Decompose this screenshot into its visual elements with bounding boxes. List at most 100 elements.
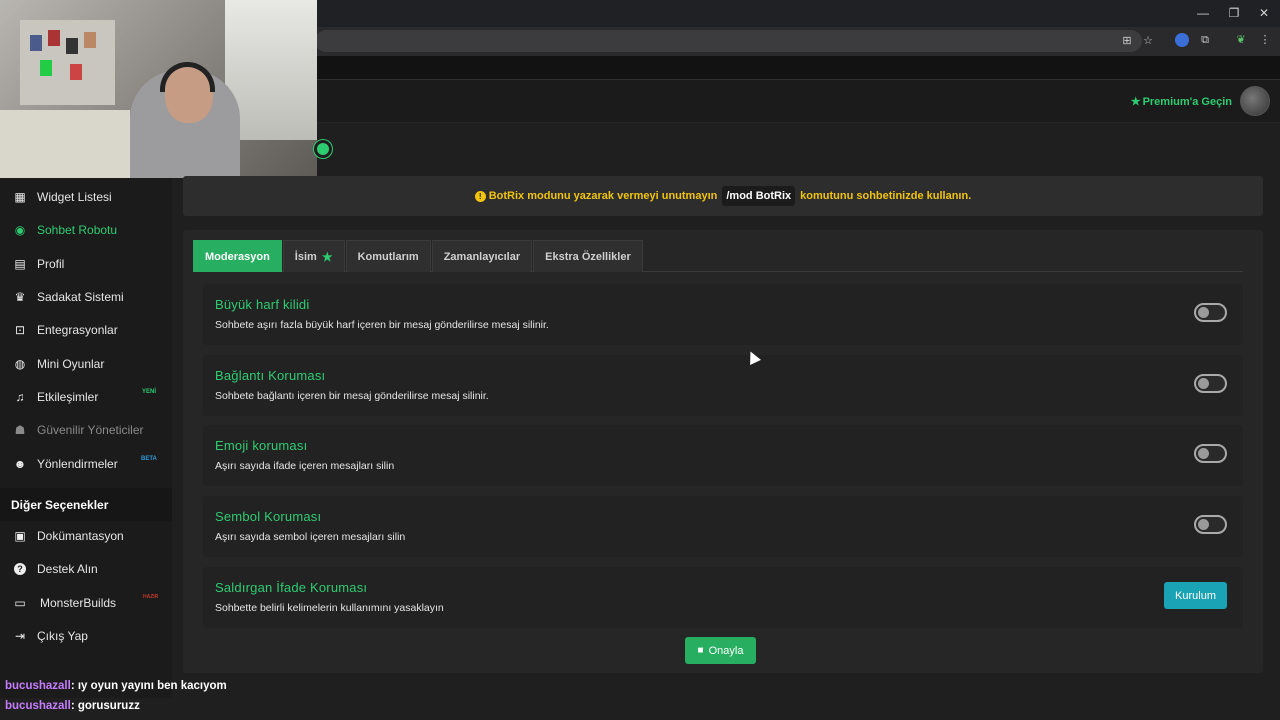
- premium-label: Premium'a Geçin: [1142, 96, 1232, 108]
- sidebar-section-title: Diğer Seçenekler: [0, 488, 172, 521]
- sidebar-item-label: Destek Alın: [37, 561, 98, 576]
- tab-extra-features[interactable]: Ekstra Özellikler: [533, 240, 643, 272]
- sidebar-item-widget-list[interactable]: ▦ Widget Listesi: [0, 180, 172, 213]
- caps-lock-toggle[interactable]: [1194, 303, 1227, 322]
- option-title: Büyük harf kilidi: [215, 297, 310, 312]
- sidebar-item-mini-games[interactable]: ◍ Mini Oyunlar: [0, 347, 172, 380]
- option-title: Emoji koruması: [215, 438, 308, 453]
- tab-commands[interactable]: Komutlarım: [345, 240, 431, 272]
- address-bar[interactable]: ⊞ ☆: [315, 30, 1153, 52]
- sidebar-item-docs[interactable]: ▣ Dokümantasyon: [0, 519, 172, 552]
- sidebar-item-label: Entegrasyonlar: [37, 322, 118, 337]
- id-card-icon: ▤: [14, 256, 26, 271]
- sidebar-item-profile[interactable]: ▤ Profil: [0, 247, 172, 280]
- webcam-poster: [66, 38, 78, 54]
- emoji-protection-toggle[interactable]: [1194, 444, 1227, 463]
- main-content: ! BotRix modunu yazarak vermeyi unutmayı…: [183, 123, 1280, 698]
- save-button[interactable]: ■ Onayla: [685, 637, 756, 664]
- save-label: Onayla: [708, 644, 744, 657]
- puzzle-icon[interactable]: ⧉: [1198, 33, 1212, 47]
- trophy-icon: ♛: [14, 289, 26, 304]
- users-icon: ☗: [14, 422, 26, 437]
- plug-icon: ⊡: [14, 322, 26, 337]
- menu-icon[interactable]: ⋮: [1258, 33, 1272, 47]
- sidebar-item-loyalty[interactable]: ♛ Sadakat Sistemi: [0, 280, 172, 313]
- tab-label: İsim: [294, 250, 317, 263]
- ready-badge: HAZIR: [143, 594, 159, 600]
- chat-message: bucushazall: ıy oyun yayını ben kacıyom: [0, 676, 300, 696]
- option-title: Sembol Koruması: [215, 509, 322, 524]
- translate-icon[interactable]: ⊞: [1120, 34, 1134, 48]
- option-description: Sohbette belirli kelimelerin kullanımını…: [215, 602, 444, 614]
- tab-timers[interactable]: Zamanlayıcılar: [431, 240, 533, 272]
- tab-label: Ekstra Özellikler: [545, 250, 631, 263]
- star-icon: ★: [321, 249, 333, 264]
- logout-icon: ⇥: [14, 628, 26, 643]
- option-title: Saldırgan İfade Koruması: [215, 580, 368, 595]
- chat-text: : ıy oyun yayını ben kacıyom: [70, 680, 227, 692]
- sidebar-item-chatbot[interactable]: ◉ Sohbet Robotu: [0, 213, 172, 246]
- restore-icon[interactable]: ❐: [1224, 6, 1244, 20]
- premium-link[interactable]: ★ Premium'a Geçin: [1131, 95, 1232, 108]
- robot-icon: ◉: [14, 222, 26, 237]
- gamepad-icon: ◍: [14, 356, 26, 371]
- beta-badge: BETA: [141, 456, 157, 462]
- grid-icon: ▦: [14, 189, 26, 204]
- avatar[interactable]: [1240, 86, 1270, 116]
- webcam-wall: [20, 20, 115, 105]
- option-description: Sohbete aşırı fazla büyük harf içeren bi…: [215, 319, 549, 331]
- tab-label: Moderasyon: [205, 250, 270, 263]
- sidebar-item-label: Dokümantasyon: [37, 528, 124, 543]
- sidebar-item-label: Sohbet Robotu: [37, 222, 118, 237]
- sidebar-item-label: Profil: [37, 256, 65, 271]
- new-badge: YENİ: [142, 389, 157, 395]
- sidebar: ▦ Widget Listesi ◉ Sohbet Robotu ▤ Profil ♛…: [0, 178, 172, 698]
- close-icon[interactable]: ✕: [1254, 6, 1274, 20]
- question-icon: ?: [14, 562, 26, 575]
- sidebar-item-support[interactable]: ? Destek Alın: [0, 552, 172, 585]
- user-group-icon: ☻: [13, 456, 27, 471]
- book-icon: ▣: [14, 528, 26, 543]
- chat-overlay: bucushazall: ıy oyun yayını ben kacıyom …: [0, 676, 300, 720]
- webcam-bed: [0, 110, 130, 178]
- sidebar-item-label: Mini Oyunlar: [37, 356, 105, 371]
- toggle-knob: [1198, 519, 1209, 530]
- symbol-protection-toggle[interactable]: [1194, 515, 1227, 534]
- sidebar-item-interactions[interactable]: ♫ Etkileşimler YENİ: [0, 380, 172, 413]
- leaf-icon[interactable]: ❦: [1234, 33, 1248, 47]
- webcam-poster: [70, 64, 82, 80]
- sidebar-item-logout[interactable]: ⇥ Çıkış Yap: [0, 619, 172, 652]
- sidebar-item-label: Etkileşimler: [37, 389, 99, 404]
- webcam-poster: [48, 30, 60, 46]
- minimize-icon[interactable]: —: [1193, 6, 1213, 20]
- option-title: Bağlantı Koruması: [215, 368, 326, 383]
- sidebar-item-label: Sadakat Sistemi: [37, 289, 124, 304]
- sidebar-item-label: Çıkış Yap: [37, 628, 88, 643]
- toggle-knob: [1198, 448, 1209, 459]
- tab-bar: Moderasyon İsim ★ Komutlarım Zamanlayıcıl…: [193, 240, 1243, 272]
- sidebar-item-monsterbuilds[interactable]: ▭ MonsterBuilds HAZIR: [0, 586, 172, 619]
- alert-command: /mod BotRix: [722, 186, 796, 206]
- sidebar-item-label: Yönlendirmeler: [37, 456, 118, 471]
- star-icon: ★: [1130, 96, 1141, 108]
- option-link-protection: Bağlantı Koruması Sohbete bağlantı içere…: [203, 355, 1243, 416]
- star-icon[interactable]: ☆: [1141, 34, 1155, 48]
- sidebar-item-label: MonsterBuilds: [40, 595, 117, 610]
- chat-text: : gorusuruzz: [70, 700, 140, 712]
- headphones: [160, 62, 215, 92]
- alert-text-after: komutunu sohbetinizde kullanın.: [800, 190, 972, 202]
- mod-alert: ! BotRix modunu yazarak vermeyi unutmayı…: [183, 176, 1263, 216]
- sidebar-item-integrations[interactable]: ⊡ Entegrasyonlar: [0, 313, 172, 346]
- toggle-knob: [1198, 307, 1209, 318]
- tab-label: Zamanlayıcılar: [443, 250, 521, 263]
- link-protection-toggle[interactable]: [1194, 374, 1227, 393]
- setup-button[interactable]: Kurulum: [1164, 582, 1227, 609]
- tab-name[interactable]: İsim ★: [282, 240, 345, 272]
- laptop-icon: ▭: [14, 595, 26, 610]
- extension-icon[interactable]: [1175, 33, 1189, 47]
- sidebar-item-trusted-admins[interactable]: ☗ Güvenilir Yöneticiler: [0, 413, 172, 446]
- option-emoji-protection: Emoji koruması Aşırı sayıda ifade içeren…: [203, 425, 1243, 486]
- tab-moderation[interactable]: Moderasyon: [193, 240, 282, 272]
- music-icon: ♫: [15, 389, 25, 404]
- sidebar-item-redirects[interactable]: ☻ Yönlendirmeler BETA: [0, 447, 172, 480]
